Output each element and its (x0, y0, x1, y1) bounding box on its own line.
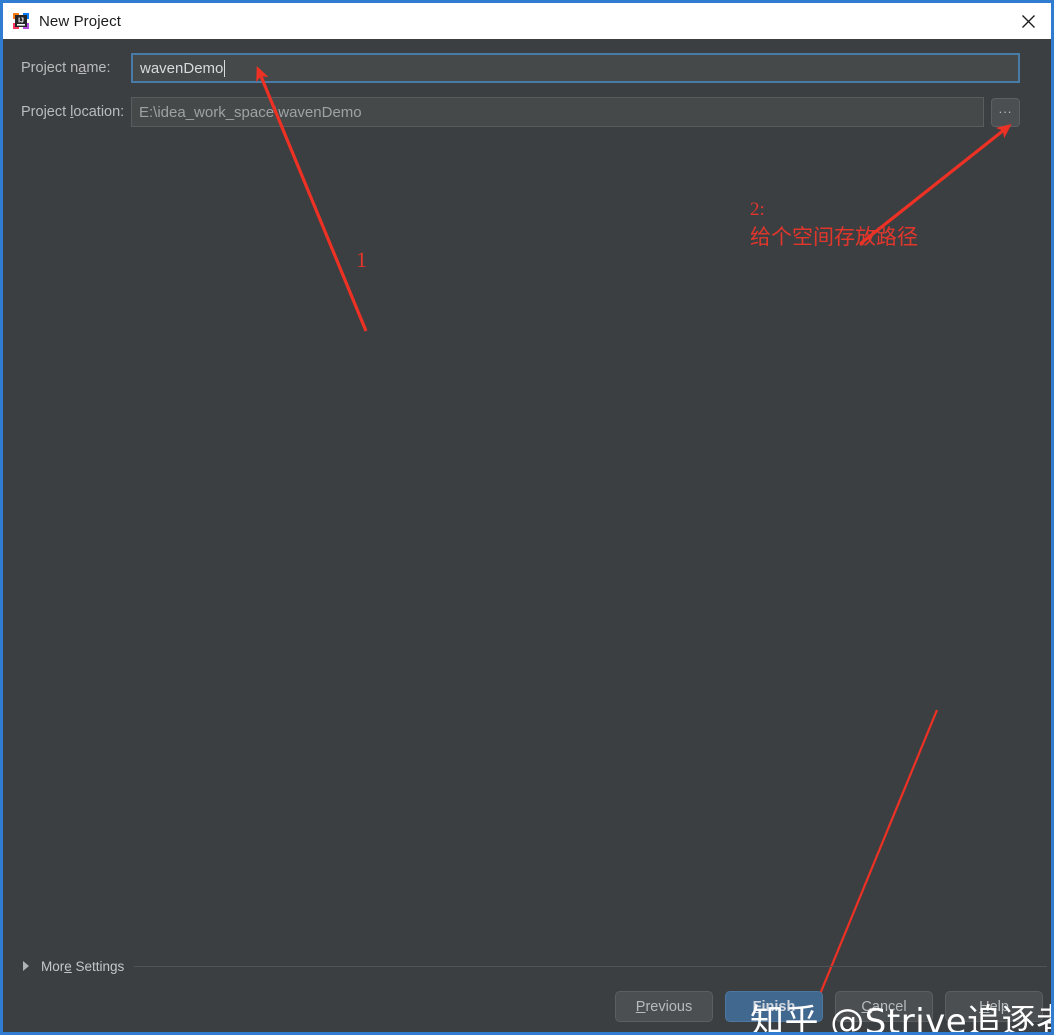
project-name-value: wavenDemo (140, 59, 224, 77)
annotation-number-two: 2: (750, 199, 765, 220)
project-location-label: Project location: (21, 104, 125, 120)
window-titlebar: IJ New Project (3, 3, 1051, 39)
project-name-label: Project name: (21, 60, 111, 76)
close-icon[interactable] (1005, 3, 1051, 39)
svg-text:IJ: IJ (18, 18, 24, 25)
annotation-overlay: 1 2: 给个空间存放路径 (3, 39, 1051, 1032)
ellipsis-icon: ... (998, 101, 1013, 116)
triangle-right-icon[interactable] (23, 961, 29, 971)
annotation-note-two: 给个空间存放路径 (750, 225, 918, 249)
text-caret (224, 59, 226, 77)
project-name-input[interactable]: wavenDemo (131, 53, 1020, 83)
project-location-value: E:\idea_work_space\wavenDemo (139, 103, 362, 121)
annotation-number-one: 1 (356, 247, 367, 272)
project-location-input[interactable]: E:\idea_work_space\wavenDemo (131, 97, 984, 127)
project-location-row: Project location: E:\idea_work_space\wav… (3, 97, 1051, 127)
new-project-dialog: IJ New Project Project name: wavenDemo P… (0, 0, 1054, 1035)
previous-button[interactable]: Previous (615, 991, 713, 1022)
more-settings-label: More Settings (41, 958, 125, 974)
watermark-text: 知乎 @Strive追逐者 (750, 1002, 1054, 1035)
dialog-content: Project name: wavenDemo Project location… (3, 39, 1051, 1032)
more-settings-section[interactable]: More Settings (3, 954, 1051, 978)
intellij-idea-icon: IJ (12, 12, 30, 30)
browse-folder-button[interactable]: ... (991, 97, 1020, 127)
arrow-to-browse-button (859, 124, 1012, 246)
section-separator (134, 965, 1047, 967)
project-name-row: Project name: wavenDemo (3, 53, 1051, 83)
window-title: New Project (39, 12, 121, 30)
